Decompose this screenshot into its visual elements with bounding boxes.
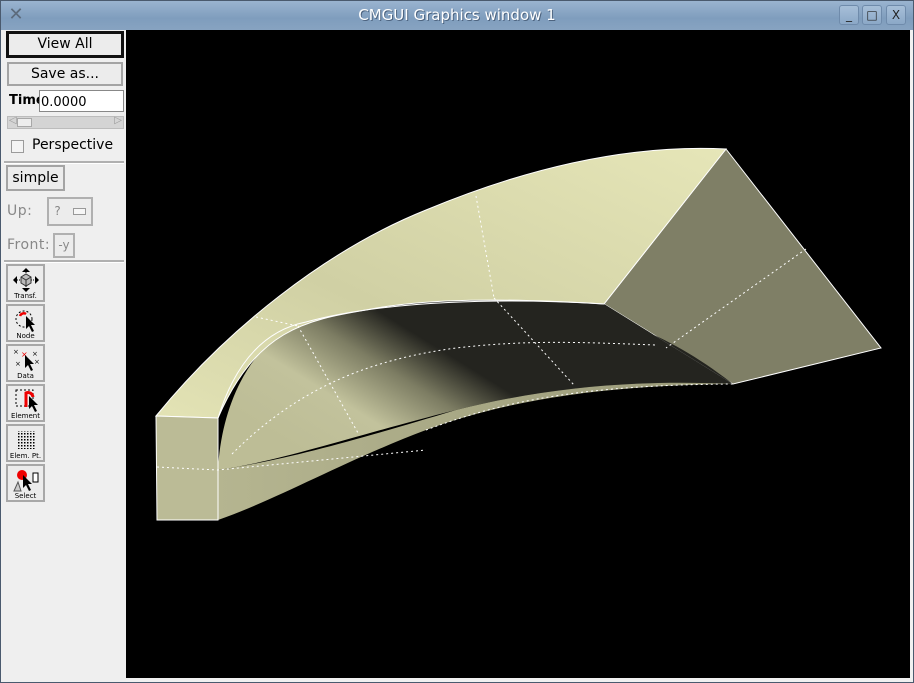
element-point-tool-icon (17, 431, 35, 449)
time-slider[interactable]: ◁ ▷ (7, 115, 124, 129)
svg-text:×: × (34, 358, 40, 366)
perspective-checkbox[interactable] (11, 140, 24, 153)
front-axis-value: -y (58, 238, 70, 252)
save-as-button[interactable]: Save as... (7, 62, 123, 86)
tool-label: Transf. (14, 292, 37, 300)
window-title: CMGUI Graphics window 1 (358, 6, 556, 24)
control-panel: View All Save as... Time ◁ ▷ Perspective… (2, 30, 126, 682)
time-label: Time (9, 93, 41, 108)
view-all-button[interactable]: View All (6, 31, 124, 58)
svg-text:×: × (13, 348, 19, 356)
tool-label: Element (11, 412, 40, 420)
front-axis-menu[interactable]: -y (53, 233, 75, 258)
scroll-left-icon[interactable]: ◁ (9, 115, 17, 126)
maximize-button[interactable]: □ (862, 5, 882, 25)
scroll-right-icon[interactable]: ▷ (114, 115, 122, 126)
divider (4, 161, 124, 164)
mesh-rendering (154, 147, 882, 521)
option-menu-indicator-icon (72, 208, 86, 215)
up-axis-menu[interactable]: ? (47, 197, 93, 226)
svg-text:×: × (15, 360, 21, 368)
select-tool-icon (13, 470, 39, 492)
time-input[interactable] (39, 90, 124, 112)
tool-label: Elem. Pt. (9, 452, 42, 460)
element-tool-icon (15, 389, 38, 412)
tool-label: Select (14, 492, 37, 500)
tool-label: Data (17, 372, 34, 380)
divider (4, 260, 124, 263)
perspective-label: Perspective (32, 137, 114, 153)
graphics-window: ✕ CMGUI Graphics window 1 _ □ X View All… (0, 0, 914, 683)
svg-text:×: × (32, 350, 38, 358)
up-axis-value: ? (54, 204, 61, 218)
node-tool-icon (15, 310, 35, 332)
minimize-button[interactable]: _ (839, 5, 859, 25)
data-tool-icon: × × × × × (13, 348, 40, 371)
window-border (126, 678, 913, 682)
tool-data[interactable]: × × × × × Data (6, 344, 45, 382)
tool-element-point[interactable]: Elem. Pt. (6, 424, 45, 462)
up-label: Up: (7, 203, 33, 219)
tool-transform[interactable]: Transf. (6, 264, 45, 302)
front-label: Front: (7, 237, 51, 253)
tool-select[interactable]: Select (6, 464, 45, 502)
tool-label: Node (16, 332, 35, 340)
tool-element[interactable]: Element (6, 384, 45, 422)
title-bar[interactable]: ✕ CMGUI Graphics window 1 _ □ X (1, 1, 913, 30)
window-border (910, 30, 913, 682)
layout-simple-button[interactable]: simple (6, 165, 65, 191)
time-slider-thumb[interactable] (17, 118, 32, 127)
3d-scene-viewport[interactable] (126, 30, 910, 678)
close-button[interactable]: X (886, 5, 906, 25)
transform-icon (13, 268, 39, 292)
tool-node[interactable]: Node (6, 304, 45, 342)
